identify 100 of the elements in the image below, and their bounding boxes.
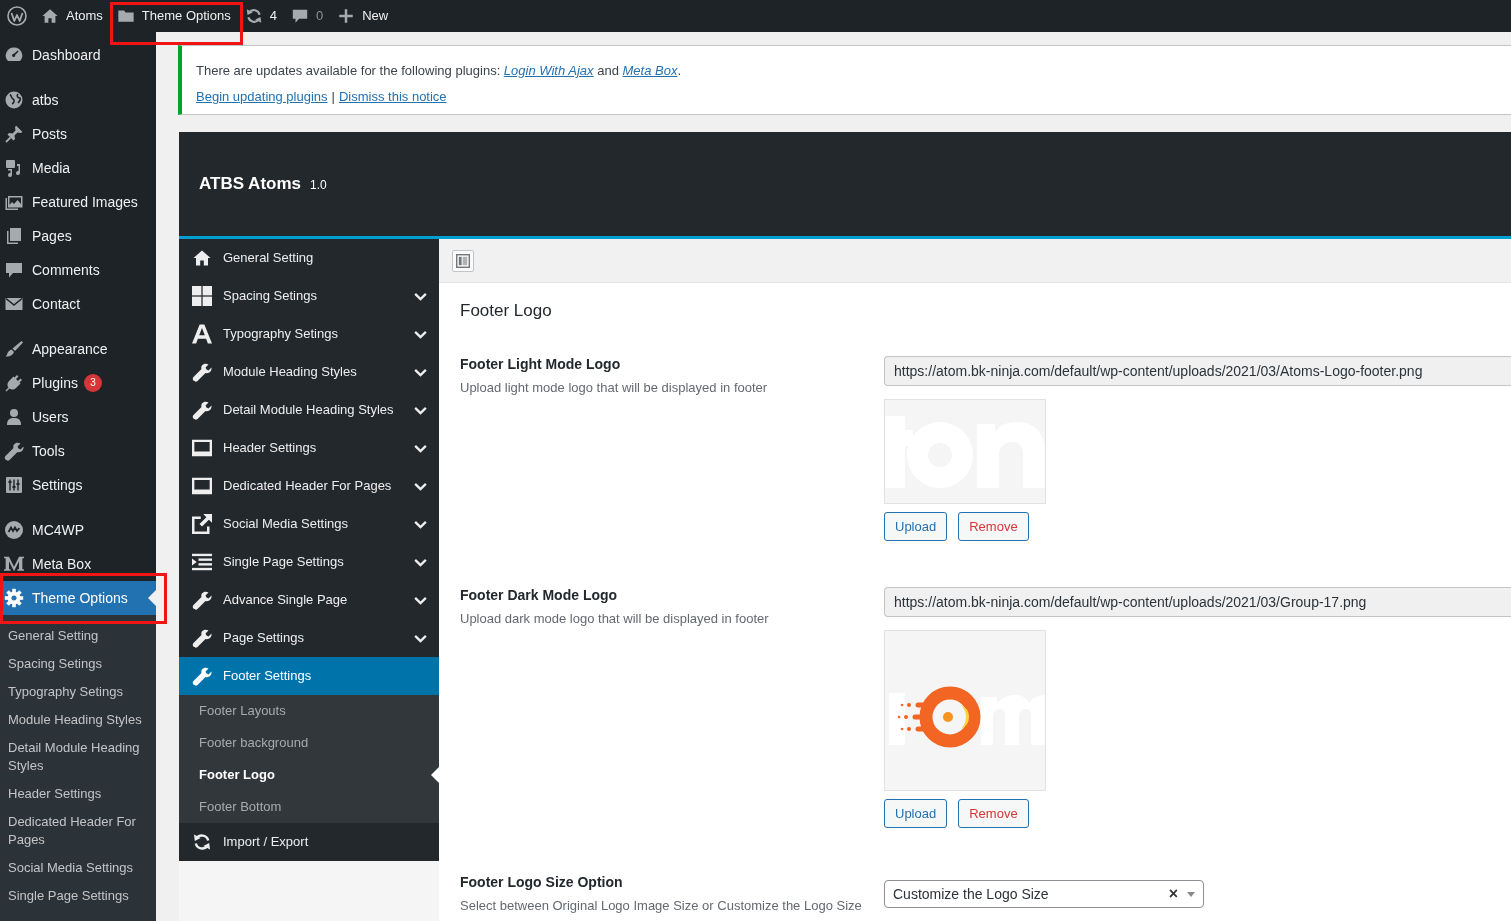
user-icon — [4, 407, 24, 427]
version-label: 1.0 — [310, 177, 327, 194]
url-field[interactable]: https://atom.bk-ninja.com/default/wp-content/uploads/2021/03/Atoms-Logo-footer.png — [884, 356, 1511, 386]
field-title: Footer Logo Size Option — [460, 873, 624, 892]
comment-icon — [4, 260, 24, 280]
options-menu-item[interactable]: Header Settings — [179, 429, 439, 467]
pushpin-icon — [4, 124, 24, 144]
list-icon — [192, 552, 212, 572]
options-menu-item[interactable]: Social Media Settings — [179, 505, 439, 543]
logo-icon — [4, 554, 24, 574]
plug-icon — [4, 373, 24, 393]
panel-title: ATBS Atoms — [199, 173, 301, 196]
options-menu-item[interactable]: Module Heading Styles — [179, 353, 439, 391]
field-title: Footer Dark Mode Logo — [460, 586, 619, 605]
home-icon — [41, 7, 59, 25]
options-menu-item[interactable]: Detail Module Heading Styles — [179, 391, 439, 429]
chevron-down-icon — [414, 519, 427, 529]
chevron-down-icon — [414, 405, 427, 415]
sidebar-item[interactable]: Plugins 3 — [0, 366, 156, 400]
submenu-item[interactable]: Module Heading Styles — [0, 706, 156, 734]
wrench-icon — [192, 590, 212, 610]
wrench-icon — [192, 628, 212, 648]
clear-button[interactable]: × — [1168, 886, 1178, 902]
submenu-item[interactable]: Detail Module Heading Styles — [0, 734, 156, 780]
globe-icon — [4, 90, 24, 110]
submenu-item[interactable]: Spacing Setings — [0, 650, 156, 678]
sidebar-item[interactable]: Dashboard — [0, 38, 156, 72]
sidebar-item[interactable]: Pages — [0, 219, 156, 253]
field-title: Footer Light Mode Logo — [460, 355, 622, 374]
submenu-item[interactable]: Dedicated Header For Pages — [0, 808, 156, 854]
sidebar-item[interactable]: Settings — [0, 468, 156, 502]
sidebar-item[interactable]: Media — [0, 151, 156, 185]
options-menu-item[interactable]: Single Page Settings — [179, 543, 439, 581]
selection-arrow-icon — [148, 590, 156, 606]
monitor-icon — [192, 476, 212, 496]
options-menu-item[interactable]: Import / Export — [179, 823, 439, 861]
sidebar-item[interactable]: Featured Images — [0, 185, 156, 219]
notice-action-link[interactable]: Begin updating plugins — [196, 89, 328, 104]
updates-link[interactable]: 4 — [237, 0, 284, 32]
wrench-icon — [4, 441, 24, 461]
field-description: Select between Original Logo Image Size or Customize the Logo Size — [460, 897, 863, 915]
options-menu-item[interactable]: General Setting — [179, 239, 439, 277]
notice-action-link[interactable]: Dismiss this notice — [338, 89, 447, 104]
sidebar-item[interactable]: Comments — [0, 253, 156, 287]
select-field[interactable]: Customize the Logo Size × — [884, 880, 1204, 908]
options-submenu-item[interactable]: Footer Layouts — [179, 695, 439, 727]
options-menu-item[interactable]: Dedicated Header For Pages — [179, 467, 439, 505]
options-menu-item[interactable]: Spacing Setings — [179, 277, 439, 315]
share-icon — [192, 514, 212, 534]
refresh-icon — [192, 832, 212, 852]
chevron-down-icon — [414, 367, 427, 377]
remove-button[interactable]: Remove — [958, 512, 1029, 541]
options-menu-item[interactable]: Footer Settings — [179, 657, 439, 695]
circle-logo-icon — [4, 520, 24, 540]
options-menu-item[interactable]: Typography Setings — [179, 315, 439, 353]
field-description: Upload light mode logo that will be displayed in footer — [460, 379, 769, 397]
wrench-icon — [192, 400, 212, 420]
remove-button[interactable]: Remove — [958, 799, 1029, 828]
layout-icon — [456, 254, 470, 268]
monitor-icon — [192, 438, 212, 458]
chevron-down-icon — [414, 595, 427, 605]
section-title: Footer Logo — [460, 300, 553, 322]
sidebar-item[interactable]: Tools — [0, 434, 156, 468]
sidebar-item[interactable]: Appearance — [0, 332, 156, 366]
sidebar-item[interactable]: Meta Box — [0, 547, 156, 581]
sidebar-item[interactable]: Theme Options — [0, 581, 156, 615]
submenu-item[interactable]: Header Settings — [0, 780, 156, 808]
theme-options-link[interactable]: Theme Options — [109, 0, 238, 32]
plugin-link[interactable]: Login With Ajax — [503, 63, 594, 78]
link-separator: | — [331, 89, 335, 104]
refresh-icon — [244, 7, 263, 25]
submenu-item[interactable]: Single Page Settings — [0, 882, 156, 910]
options-submenu-item[interactable]: Footer Bottom — [179, 791, 439, 823]
options-submenu-item[interactable]: Footer background — [179, 727, 439, 759]
settings-icon — [4, 588, 24, 608]
sidebar-item[interactable]: Posts — [0, 117, 156, 151]
comment-icon — [290, 7, 309, 25]
upload-button[interactable]: Upload — [884, 799, 948, 828]
submenu-item[interactable]: General Setting — [0, 622, 156, 650]
comments-link[interactable]: 0 — [283, 0, 331, 32]
upload-button[interactable]: Upload — [884, 512, 948, 541]
url-field[interactable]: https://atom.bk-ninja.com/default/wp-content/uploads/2021/03/Group-17.png — [884, 587, 1511, 617]
site-name-link[interactable]: Atoms — [34, 0, 110, 32]
new-content-link[interactable]: New — [330, 0, 396, 32]
pages-icon — [4, 226, 24, 246]
submenu-item[interactable]: Typography Setings — [0, 678, 156, 706]
submenu-item[interactable]: Social Media Settings — [0, 854, 156, 882]
options-menu-item[interactable]: Advance Single Page — [179, 581, 439, 619]
sidebar-item[interactable]: atbs — [0, 83, 156, 117]
home-icon — [192, 248, 212, 268]
wrench-icon — [192, 362, 212, 382]
grid-icon — [192, 286, 212, 306]
sidebar-item[interactable]: Users — [0, 400, 156, 434]
sidebar-item[interactable]: Contact — [0, 287, 156, 321]
layout-toggle-button[interactable] — [452, 250, 474, 272]
chevron-down-icon — [414, 557, 427, 567]
sidebar-item[interactable]: MC4WP — [0, 513, 156, 547]
chevron-down-icon — [414, 443, 427, 453]
options-menu-item[interactable]: Page Settings — [179, 619, 439, 657]
chevron-down-icon — [414, 291, 427, 301]
